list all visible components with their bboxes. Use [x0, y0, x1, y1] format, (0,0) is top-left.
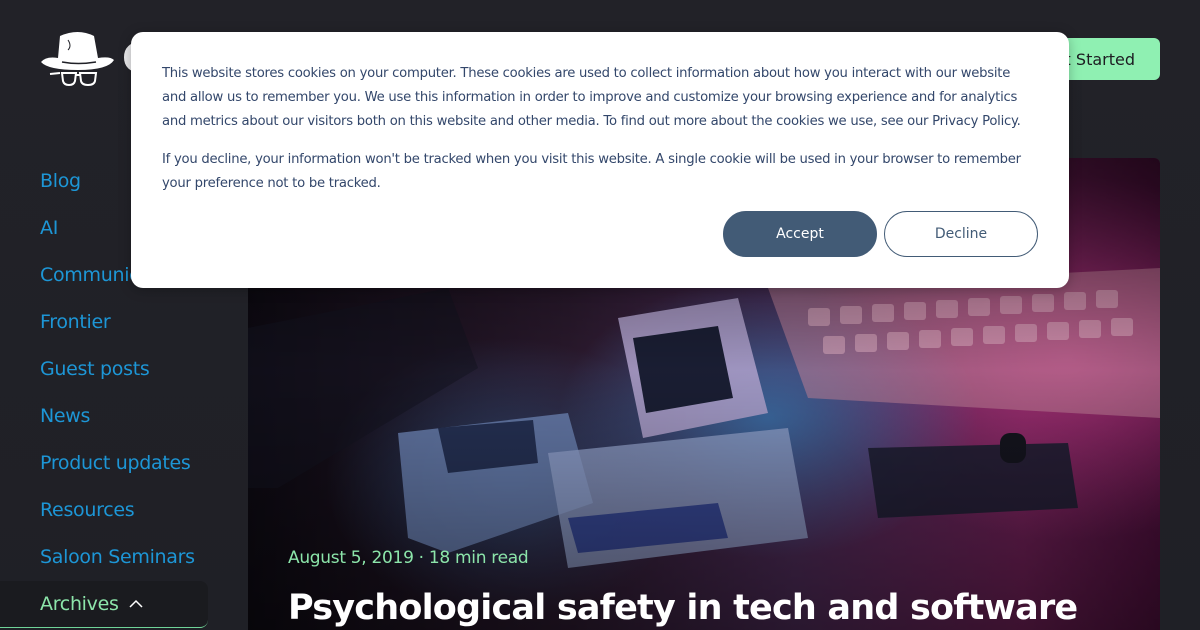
post-title[interactable]: Psychological safety in tech and softwar… [288, 588, 1078, 628]
cookie-consent-modal: This website stores cookies on your comp… [131, 32, 1069, 288]
sidebar-item-frontier[interactable]: Frontier [0, 299, 248, 346]
sidebar-item-resources[interactable]: Resources [0, 487, 248, 534]
sidebar-item-guest-posts[interactable]: Guest posts [0, 346, 248, 393]
cookie-text-secondary: If you decline, your information won't b… [162, 152, 1021, 191]
sidebar-item-news[interactable]: News [0, 393, 248, 440]
decline-button[interactable]: Decline [884, 211, 1038, 257]
cookie-actions: Accept Decline [723, 211, 1038, 257]
chevron-up-icon [129, 599, 143, 608]
sidebar-item-saloon-seminars[interactable]: Saloon Seminars [0, 534, 248, 581]
sidebar-item-product-updates[interactable]: Product updates [0, 440, 248, 487]
hat-and-glasses-icon [41, 32, 114, 87]
archives-label: Archives [40, 593, 119, 615]
sidebar-item-archives[interactable]: Archives [0, 581, 208, 628]
cookie-text-primary: This website stores cookies on your comp… [162, 66, 1021, 129]
logo[interactable] [38, 28, 118, 88]
accept-button[interactable]: Accept [723, 211, 877, 257]
post-meta: August 5, 2019 · 18 min read [288, 548, 529, 568]
